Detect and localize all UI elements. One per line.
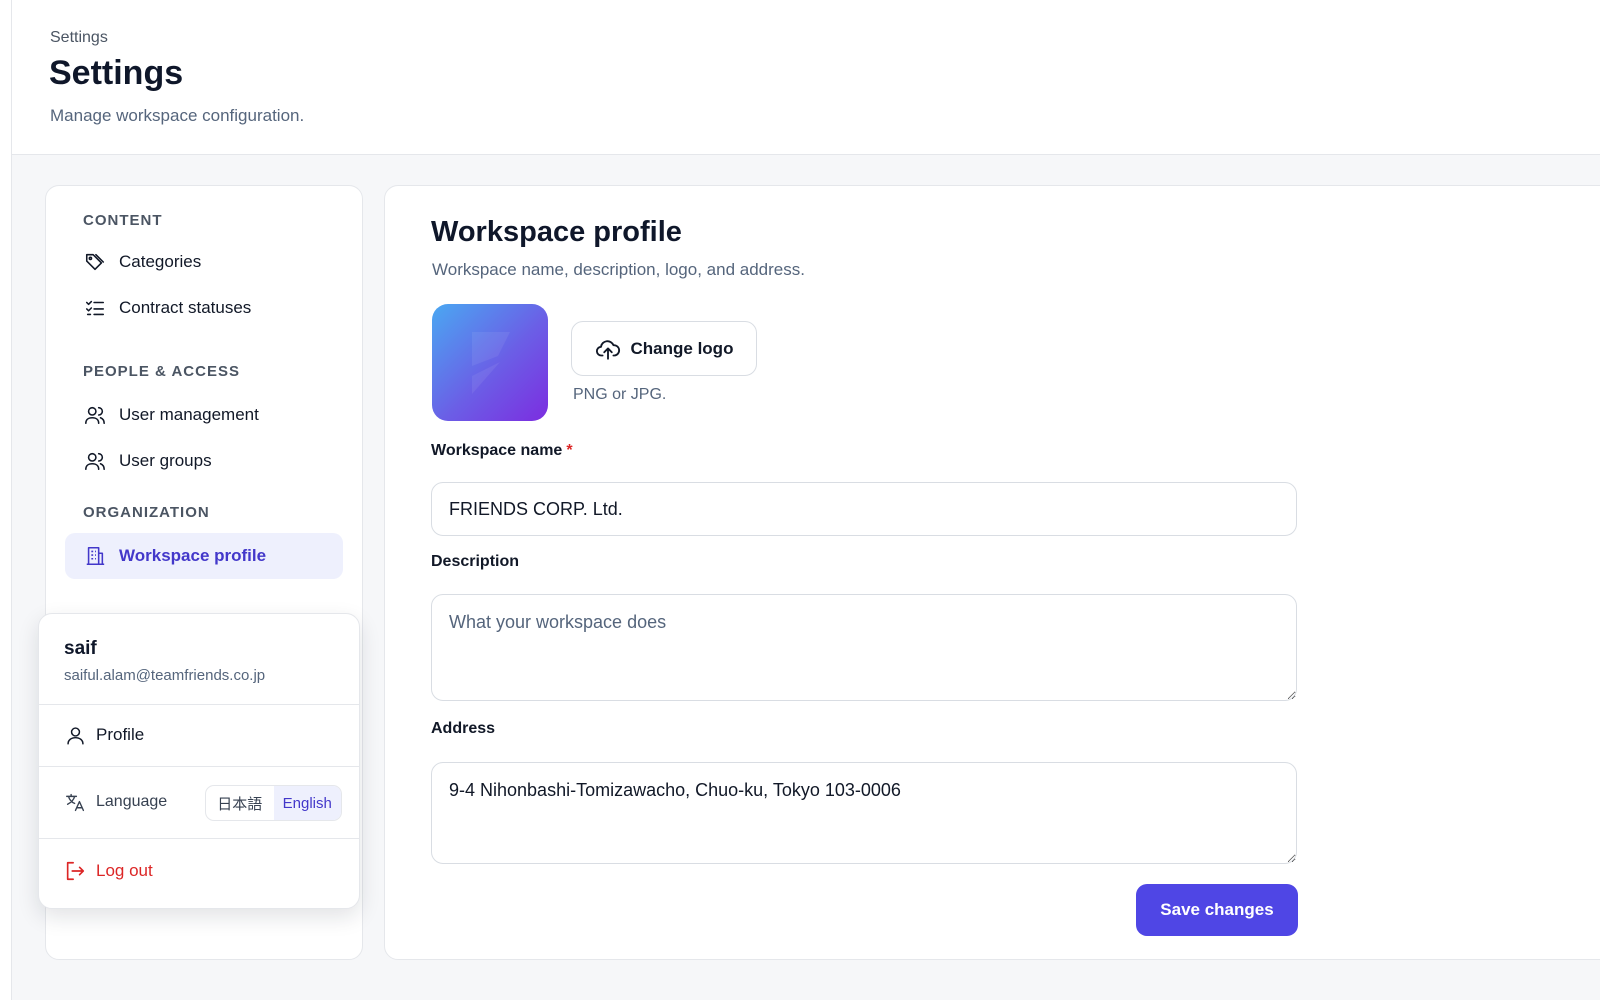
card-subtitle: Workspace name, description, logo, and a…: [432, 260, 805, 279]
address-label: Address: [431, 720, 496, 737]
building-icon: [83, 544, 107, 568]
breadcrumb[interactable]: Settings: [50, 29, 108, 47]
users-icon: [83, 449, 107, 473]
left-rail: [0, 0, 12, 1000]
divider: [39, 704, 359, 705]
section-label-organization: ORGANIZATION: [83, 504, 210, 521]
tag-icon: [83, 250, 107, 274]
sidebar-item-categories[interactable]: Categories: [65, 239, 343, 285]
cloud-upload-icon: [595, 336, 621, 362]
logout-label: Log out: [96, 861, 153, 880]
language-toggle: 日本語 English: [205, 785, 342, 821]
page-subtitle: Manage workspace configuration.: [50, 106, 305, 125]
workspace-name-input[interactable]: [431, 482, 1297, 536]
logout-icon: [64, 860, 86, 882]
logout-menu-item[interactable]: Log out: [64, 860, 153, 882]
page-header: Settings Settings Manage workspace confi…: [12, 0, 1600, 155]
card-title: Workspace profile: [431, 216, 682, 248]
language-option-english[interactable]: English: [273, 786, 341, 820]
sidebar-item-label: Workspace profile: [119, 546, 267, 565]
sidebar-item-user-groups[interactable]: User groups: [65, 438, 343, 484]
user-menu-popover: saif saiful.alam@teamfriends.co.jp Profi…: [38, 613, 360, 909]
workspace-logo: [432, 304, 548, 421]
save-changes-button[interactable]: Save changes: [1136, 884, 1298, 936]
sidebar-item-label: Contract statuses: [119, 298, 252, 317]
sidebar-item-label: User management: [119, 405, 259, 424]
description-textarea[interactable]: [431, 594, 1297, 701]
workspace-name-label-text: Workspace name: [431, 442, 563, 459]
divider: [39, 838, 359, 839]
workspace-profile-card: Workspace profile Workspace name, descri…: [384, 185, 1600, 960]
translate-icon: [64, 791, 86, 813]
sidebar-item-workspace-profile[interactable]: Workspace profile: [65, 533, 343, 579]
change-logo-label: Change logo: [630, 338, 734, 358]
sidebar-item-contract-statuses[interactable]: Contract statuses: [65, 285, 343, 331]
language-option-japanese[interactable]: 日本語: [206, 786, 274, 820]
checklist-icon: [83, 296, 107, 320]
profile-menu-item[interactable]: Profile: [64, 724, 144, 746]
sidebar-item-label: Categories: [119, 252, 202, 271]
user-email: saiful.alam@teamfriends.co.jp: [64, 667, 266, 684]
divider: [39, 766, 359, 767]
workspace-name-label: Workspace name *: [431, 442, 573, 460]
logo-format-hint: PNG or JPG.: [573, 386, 667, 403]
sidebar-item-user-management[interactable]: User management: [65, 392, 343, 438]
language-row: Language: [64, 791, 167, 813]
sidebar-item-label: User groups: [119, 451, 212, 470]
change-logo-button[interactable]: Change logo: [571, 321, 757, 376]
user-icon: [64, 724, 86, 746]
address-textarea[interactable]: 9-4 Nihonbashi-Tomizawacho, Chuo-ku, Tok…: [431, 762, 1297, 864]
section-label-content: CONTENT: [83, 212, 163, 229]
users-icon: [83, 403, 107, 427]
description-label: Description: [431, 553, 520, 570]
profile-label: Profile: [96, 725, 145, 744]
page-title: Settings: [49, 54, 184, 92]
language-label: Language: [96, 793, 168, 810]
section-label-people-access: PEOPLE & ACCESS: [83, 363, 240, 380]
required-marker: *: [566, 442, 573, 459]
user-name: saif: [64, 638, 97, 659]
